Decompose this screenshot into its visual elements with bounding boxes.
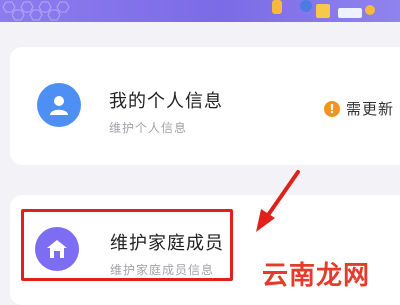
highlight-box — [21, 209, 233, 281]
personal-info-subtitle: 维护个人信息 — [109, 121, 188, 135]
person-icon — [37, 83, 81, 127]
hexagon-pattern — [2, 1, 70, 21]
top-banner — [0, 0, 400, 22]
personal-info-title: 我的个人信息 — [109, 91, 223, 112]
update-status-label: 需更新 — [345, 100, 394, 118]
red-arrow-icon — [256, 170, 300, 232]
personal-info-card[interactable]: 我的个人信息 维护个人信息 ! 需更新 — [10, 47, 400, 165]
exclamation-icon: ! — [323, 100, 340, 117]
update-status[interactable]: ! 需更新 — [323, 98, 394, 119]
banner-illustration — [272, 0, 375, 18]
watermark: 云南龙网 — [262, 261, 371, 291]
